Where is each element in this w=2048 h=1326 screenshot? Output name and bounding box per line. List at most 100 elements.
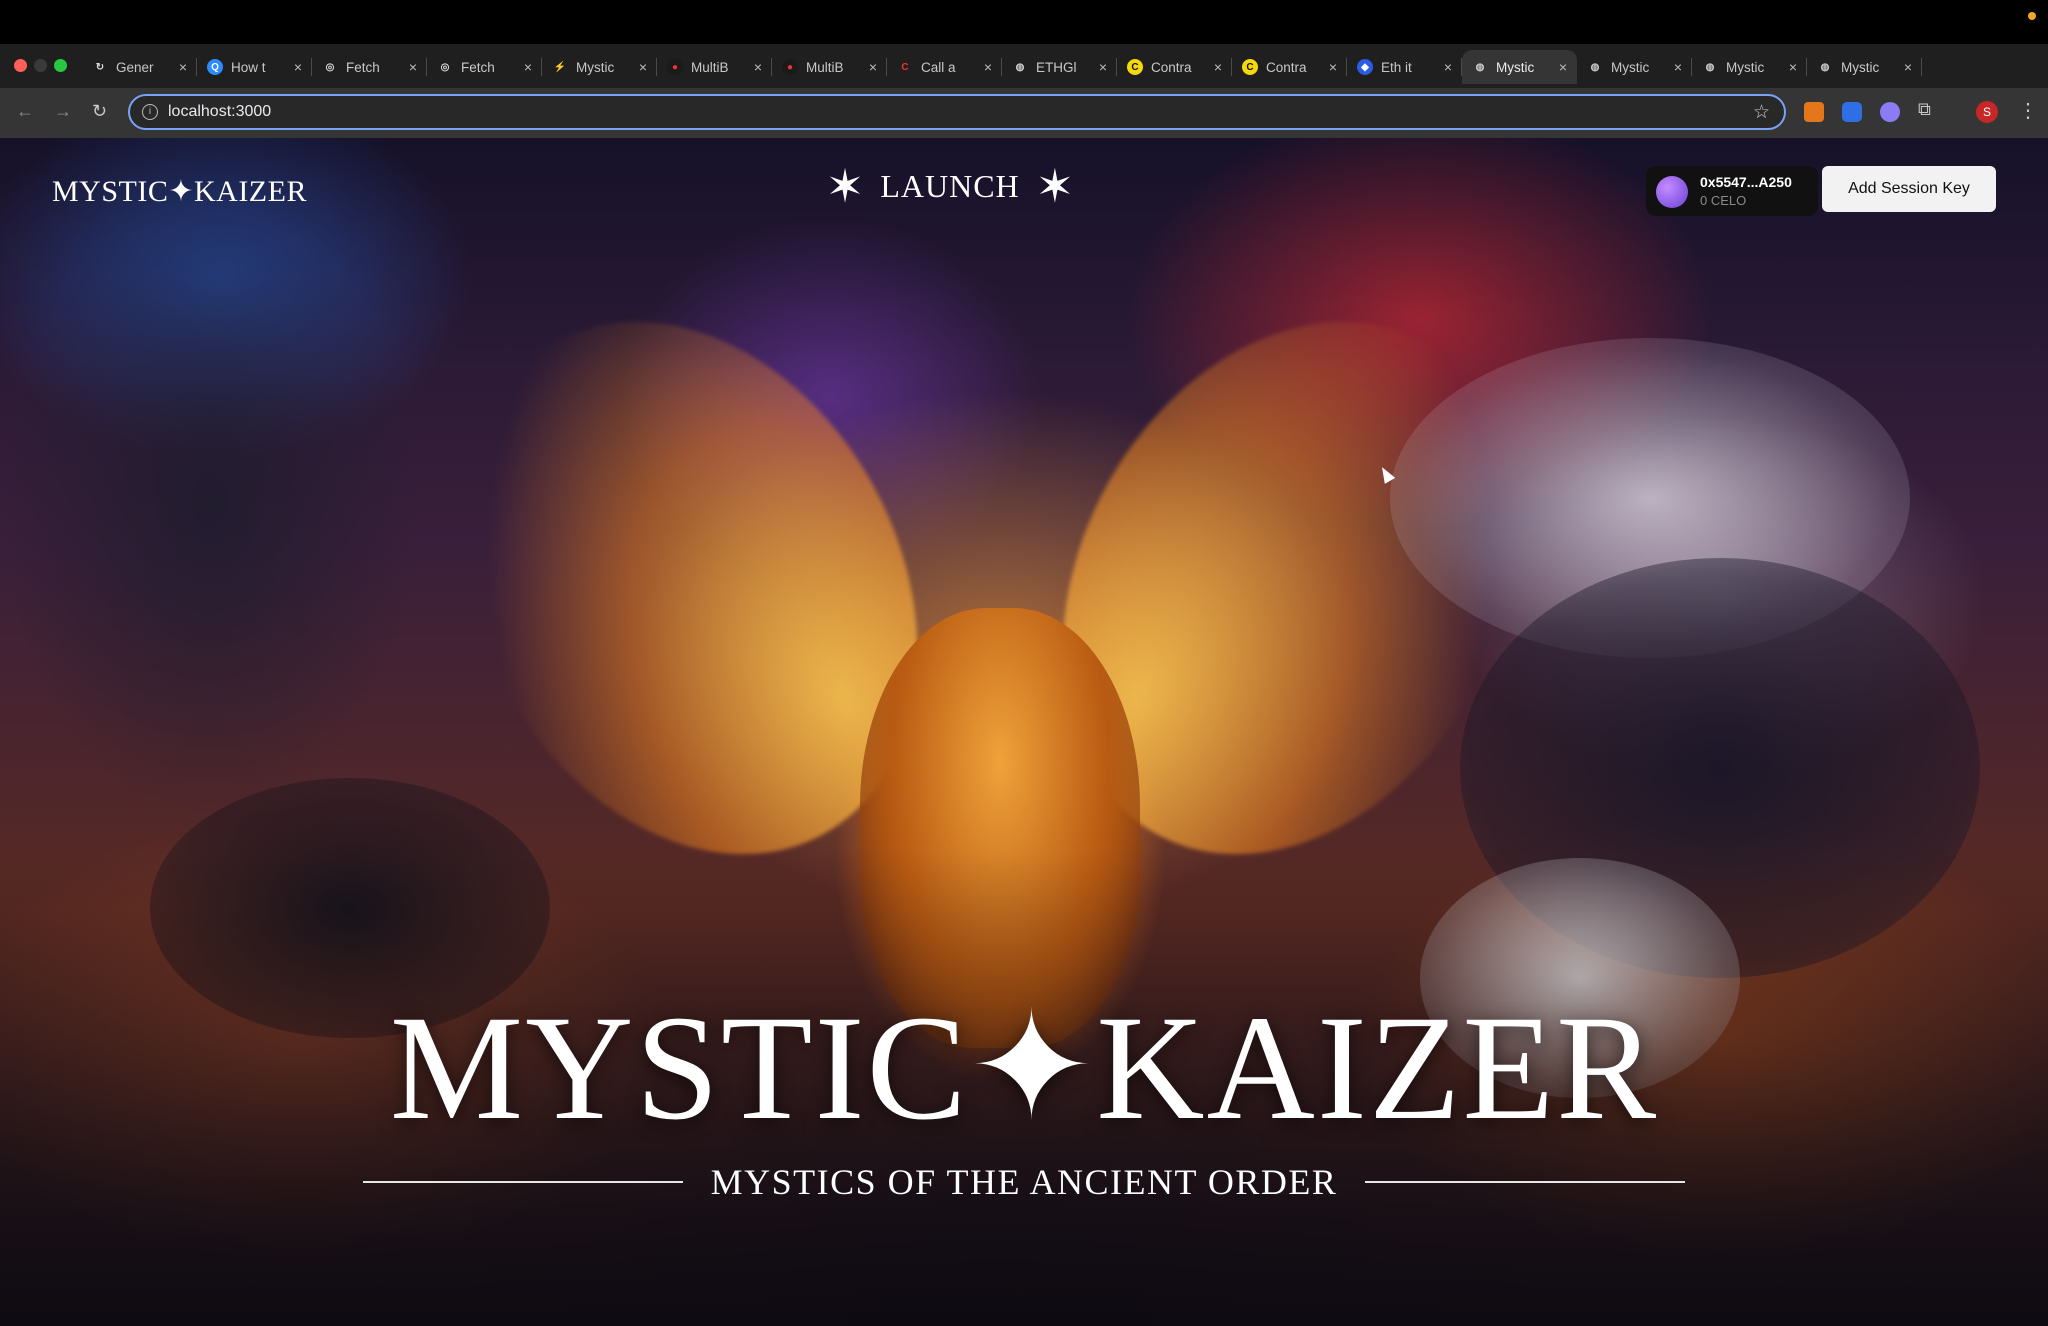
tab-separator xyxy=(1921,58,1922,76)
tab-strip: ↻ Gener × Q How t × ◎ Fetch × ◎ Fetch × ⚡ Mystic × ● Mul… xyxy=(0,44,2048,124)
wallet-balance: 0 CELO xyxy=(1700,193,1747,208)
tab-title: MultiB xyxy=(691,59,729,75)
browser-tab[interactable]: ● MultiB × xyxy=(657,50,772,84)
extensions-puzzle-icon[interactable]: ⧉ xyxy=(1918,99,1938,119)
tab-title: Fetch xyxy=(461,59,495,75)
bolt-icon: ⚡ xyxy=(553,61,567,73)
tab-close-icon[interactable]: × xyxy=(1099,59,1107,75)
tab-close-icon[interactable]: × xyxy=(294,59,302,75)
browser-tab[interactable]: Q How t × xyxy=(197,50,312,84)
window-minimize-button[interactable] xyxy=(34,59,47,72)
c-icon: C xyxy=(1127,59,1143,75)
wallet-avatar xyxy=(1656,176,1688,208)
extension-purple-icon[interactable] xyxy=(1880,102,1900,122)
tab-title: Contra xyxy=(1151,59,1192,75)
browser-tab[interactable]: C Contra × xyxy=(1232,50,1347,84)
tab-title: Mystic xyxy=(1611,59,1650,75)
tab-close-icon[interactable]: × xyxy=(524,59,532,75)
target-icon: ◎ xyxy=(440,61,450,73)
extension-blue-icon[interactable] xyxy=(1842,102,1862,122)
forward-button[interactable]: → xyxy=(54,101,72,122)
recording-indicator xyxy=(2028,12,2036,20)
target-icon: ◎ xyxy=(325,61,335,73)
window-close-button[interactable] xyxy=(14,59,27,72)
browser-tab[interactable]: ◍ Mystic × xyxy=(1462,50,1577,84)
hero-title: MYSTIC✦KAIZER xyxy=(389,985,1659,1151)
tab-title: MultiB xyxy=(806,59,844,75)
tab-title: Mystic xyxy=(1496,59,1535,75)
tab-close-icon[interactable]: × xyxy=(984,59,992,75)
tab-close-icon[interactable]: × xyxy=(1904,59,1912,75)
browser-tab[interactable]: ◆ Eth it × xyxy=(1347,50,1462,84)
tab-close-icon[interactable]: × xyxy=(869,59,877,75)
bookmark-star-icon[interactable]: ☆ xyxy=(1753,101,1770,124)
page-content: MYSTIC✦KAIZER ✶ LAUNCH ✶ 0x5547...A250 0… xyxy=(0,138,2048,1326)
spark-right-icon: ✶ xyxy=(1035,160,1075,212)
url-text[interactable]: localhost:3000 xyxy=(168,103,271,121)
site-info-icon[interactable]: i xyxy=(142,104,158,120)
metamask-extension-icon[interactable] xyxy=(1804,102,1824,122)
browser-tab[interactable]: C Call a × xyxy=(887,50,1002,84)
tab-close-icon[interactable]: × xyxy=(1559,59,1567,75)
tab-close-icon[interactable]: × xyxy=(1444,59,1452,75)
record-icon: ● xyxy=(782,59,798,75)
tab-title: How t xyxy=(231,59,266,75)
shield-icon: ◆ xyxy=(1357,59,1373,75)
browser-menu-icon[interactable]: ⋮ xyxy=(2018,98,2038,122)
profile-avatar[interactable]: S xyxy=(1976,101,1998,123)
browser-tab[interactable]: ◎ Fetch × xyxy=(312,50,427,84)
tab-title: Call a xyxy=(921,59,956,75)
browser-tab[interactable]: ● MultiB × xyxy=(772,50,887,84)
sync-icon: ↻ xyxy=(95,61,105,73)
browser-tab[interactable]: ⚡ Mystic × xyxy=(542,50,657,84)
browser-tab[interactable]: ◍ Mystic × xyxy=(1577,50,1692,84)
tab-list: ↻ Gener × Q How t × ◎ Fetch × ◎ Fetch × ⚡ Mystic × ● Mul… xyxy=(82,50,1922,88)
tab-close-icon[interactable]: × xyxy=(1789,59,1797,75)
divider-left xyxy=(362,1181,683,1183)
browser-tab[interactable]: ◎ Fetch × xyxy=(427,50,542,84)
wallet-account-button[interactable]: 0x5547...A250 0 CELO xyxy=(1646,166,1818,216)
browser-tab[interactable]: ↻ Gener × xyxy=(82,50,197,84)
loop-icon: C xyxy=(901,61,909,73)
browser-tab[interactable]: C Contra × xyxy=(1117,50,1232,84)
brand-logo[interactable]: MYSTIC✦KAIZER xyxy=(52,174,307,209)
launch-label: LAUNCH xyxy=(880,167,1020,204)
address-bar[interactable]: i localhost:3000 ☆ xyxy=(128,94,1786,130)
os-menu-bar xyxy=(0,0,2048,44)
tab-close-icon[interactable]: × xyxy=(1329,59,1337,75)
tab-title: Fetch xyxy=(346,59,380,75)
add-session-key-button[interactable]: Add Session Key xyxy=(1822,166,1996,212)
globe-icon: ◍ xyxy=(1590,61,1600,73)
question-icon: Q xyxy=(207,59,223,75)
globe-icon: ◍ xyxy=(1705,61,1715,73)
tab-title: Mystic xyxy=(576,59,615,75)
tab-title: Mystic xyxy=(1841,59,1880,75)
browser-tab[interactable]: ◍ ETHGl × xyxy=(1002,50,1117,84)
back-button[interactable]: ← xyxy=(16,101,34,122)
record-icon: ● xyxy=(667,59,683,75)
globe-icon: ◍ xyxy=(1015,61,1025,73)
hero-subtitle: MYSTICS OF THE ANCIENT ORDER xyxy=(710,1162,1338,1202)
browser-tab[interactable]: ◍ Mystic × xyxy=(1807,50,1922,84)
browser-toolbar: ← → ↻ i localhost:3000 ☆ ⧉ S ⋮ xyxy=(0,88,2048,138)
spark-left-icon: ✶ xyxy=(825,160,865,212)
divider-right xyxy=(1365,1181,1686,1183)
reload-button[interactable]: ↻ xyxy=(92,101,107,122)
tab-close-icon[interactable]: × xyxy=(1214,59,1222,75)
tab-close-icon[interactable]: × xyxy=(179,59,187,75)
tab-close-icon[interactable]: × xyxy=(754,59,762,75)
tab-title: Eth it xyxy=(1381,59,1412,75)
hero-subtitle-row: MYSTICS OF THE ANCIENT ORDER xyxy=(0,1152,2048,1212)
c-icon: C xyxy=(1242,59,1258,75)
browser-tab[interactable]: ◍ Mystic × xyxy=(1692,50,1807,84)
tab-title: ETHGl xyxy=(1036,59,1077,75)
wallet-address: 0x5547...A250 xyxy=(1700,174,1792,190)
tab-title: Gener xyxy=(116,59,154,75)
tab-close-icon[interactable]: × xyxy=(1674,59,1682,75)
globe-icon: ◍ xyxy=(1820,61,1830,73)
window-zoom-button[interactable] xyxy=(54,59,67,72)
launch-button[interactable]: ✶ LAUNCH ✶ xyxy=(800,154,1100,218)
tab-close-icon[interactable]: × xyxy=(409,59,417,75)
tab-close-icon[interactable]: × xyxy=(639,59,647,75)
tab-title: Contra xyxy=(1266,59,1307,75)
